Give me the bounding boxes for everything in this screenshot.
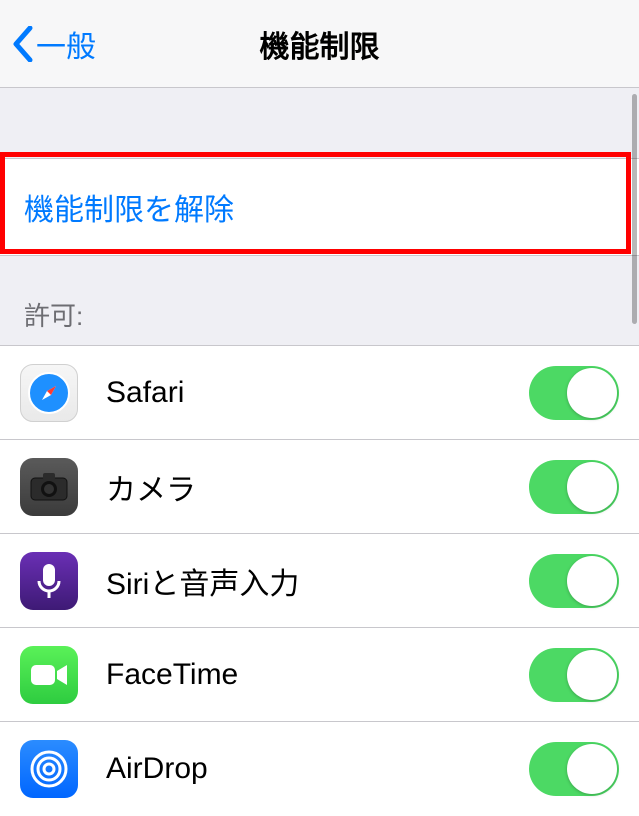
safari-icon <box>20 364 78 422</box>
toggle-camera[interactable] <box>529 460 619 514</box>
list-item: AirDrop <box>0 722 639 816</box>
spacer <box>0 88 639 158</box>
disable-restrictions-button[interactable]: 機能制限を解除 <box>0 158 639 256</box>
siri-icon <box>20 552 78 610</box>
row-label: Siriと音声入力 <box>78 559 529 603</box>
toggle-siri[interactable] <box>529 554 619 608</box>
row-label: FaceTime <box>78 658 529 692</box>
chevron-left-icon <box>12 26 34 62</box>
list-item: FaceTime <box>0 628 639 722</box>
toggle-airdrop[interactable] <box>529 742 619 796</box>
scrollbar[interactable] <box>632 94 637 324</box>
camera-icon <box>20 458 78 516</box>
back-button[interactable]: 一般 <box>0 22 96 66</box>
airdrop-icon <box>20 740 78 798</box>
action-label: 機能制限を解除 <box>24 194 234 227</box>
list-item: Safari <box>0 346 639 440</box>
toggle-facetime[interactable] <box>529 648 619 702</box>
list-item: カメラ <box>0 440 639 534</box>
nav-header: 一般 機能制限 <box>0 0 639 88</box>
facetime-icon <box>20 646 78 704</box>
row-label: AirDrop <box>78 752 529 786</box>
toggle-safari[interactable] <box>529 366 619 420</box>
section-header-allow: 許可: <box>0 256 639 345</box>
list-item: Siriと音声入力 <box>0 534 639 628</box>
back-label: 一般 <box>36 22 96 66</box>
allow-list: Safari カメラ Siriと音声入力 <box>0 345 639 816</box>
row-label: Safari <box>78 376 529 410</box>
row-label: カメラ <box>78 465 529 509</box>
